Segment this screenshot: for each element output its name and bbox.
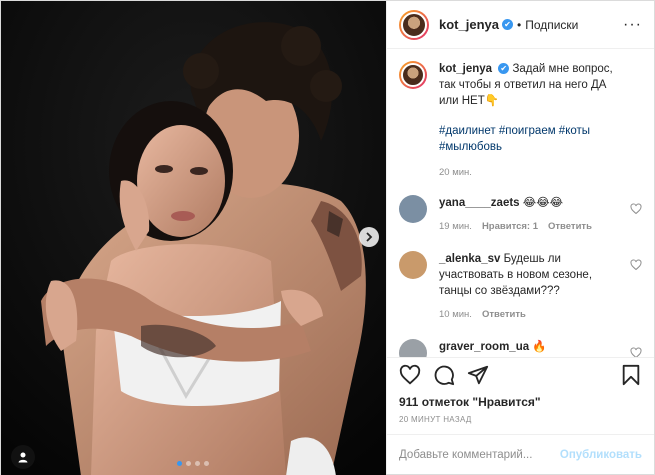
post-photo[interactable] [1,1,386,475]
comment-likes[interactable]: Нравится: 1 [482,219,538,235]
next-arrow-icon [366,232,373,242]
add-comment-bar: Опубликовать [387,434,654,474]
carousel-dot [177,461,182,466]
comment-username[interactable]: graver_room_ua [439,341,529,353]
share-icon[interactable] [467,364,489,386]
carousel-dot [195,461,200,466]
caption-meta: 20 мин. [439,165,629,181]
comment-body: yana____zaets 😂😂😂 19 мин. Нравится: 1 От… [439,195,609,235]
comment-body: graver_room_ua 🔥 [439,339,609,357]
comment-item: _alenka_sv Будешь ли участвовать в новом… [399,251,642,323]
comment-item: graver_room_ua 🔥 [399,339,642,357]
post-actions-bar [387,357,654,391]
comment-text: 😂😂😂 [522,197,564,209]
comment-item: yana____zaets 😂😂😂 19 мин. Нравится: 1 От… [399,195,642,235]
author-avatar[interactable] [399,9,429,40]
carousel-dot [186,461,191,466]
carousel-dot [204,461,209,466]
following-button[interactable]: Подписки [525,18,578,32]
caption: kot_jenya ✔ Задай мне вопрос, так чтобы … [399,61,642,181]
heart-icon[interactable] [630,347,642,357]
comment-reply-button[interactable]: Ответить [482,307,526,323]
next-photo-button[interactable] [359,227,379,247]
verified-badge-icon: ✔ [498,63,510,75]
caption-username[interactable]: kot_jenya [439,63,492,75]
heart-icon[interactable] [630,259,642,271]
photo-image [1,1,386,475]
post-header: kot_jenya ✔ • Подписки ··· [387,1,654,49]
instagram-post-dialog: kot_jenya ✔ • Подписки ··· kot_jenya ✔ З… [0,0,655,475]
author-username[interactable]: kot_jenya [439,17,499,32]
comment-username[interactable]: _alenka_sv [439,253,500,265]
comment-time: 10 мин. [439,309,472,320]
comment-reply-button[interactable]: Ответить [548,219,592,235]
post-time-ago: 20 МИНУТ НАЗАД [399,415,472,424]
more-options-icon[interactable]: ··· [623,16,642,34]
caption-avatar[interactable] [399,61,427,89]
comment-input[interactable] [399,448,549,461]
heart-icon[interactable] [399,364,421,386]
comment-body: _alenka_sv Будешь ли участвовать в новом… [439,251,609,323]
caption-body: kot_jenya ✔ Задай мне вопрос, так чтобы … [439,61,629,181]
comment-username[interactable]: yana____zaets [439,197,520,209]
comment-icon[interactable] [433,364,455,386]
caption-time: 20 мин. [439,167,472,178]
comment-meta: 19 мин. Нравится: 1 Ответить [439,219,609,235]
commenter-avatar[interactable] [399,339,427,357]
publish-button[interactable]: Опубликовать [560,449,642,461]
comment-time: 19 мин. [439,221,472,232]
comment-text: 🔥 [532,341,547,353]
heart-icon[interactable] [630,203,642,215]
bookmark-icon[interactable] [620,364,642,386]
follow-separator: • [516,17,522,32]
likes-count[interactable]: 911 отметок "Нравится" [387,391,654,409]
commenter-avatar[interactable] [399,195,427,223]
verified-badge-icon: ✔ [501,19,513,30]
post-side-panel: kot_jenya ✔ • Подписки ··· kot_jenya ✔ З… [386,1,654,474]
tagged-users-button[interactable] [11,445,35,469]
caption-hashtags[interactable]: #даилинет #поиграем #коты #мылюбовь [439,125,590,153]
comments-list[interactable]: kot_jenya ✔ Задай мне вопрос, так чтобы … [387,49,654,357]
carousel-indicator [177,461,209,466]
comment-meta: 10 мин. Ответить [439,307,609,323]
commenter-avatar[interactable] [399,251,427,279]
user-tag-icon [18,452,28,463]
